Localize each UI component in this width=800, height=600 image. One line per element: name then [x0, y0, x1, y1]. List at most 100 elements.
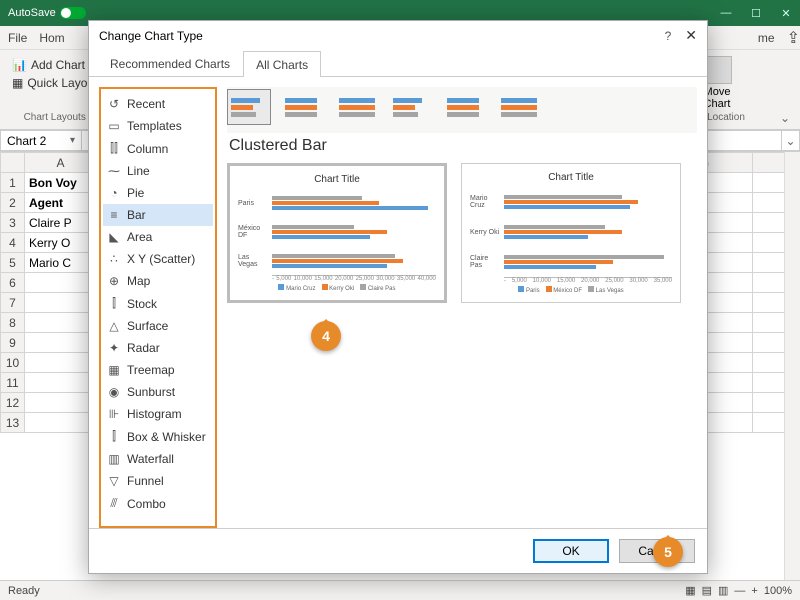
cell[interactable]: Kerry O — [25, 233, 97, 253]
category-line[interactable]: ⁓ Line — [103, 160, 213, 182]
tab-recommended-charts[interactable]: Recommended Charts — [97, 50, 243, 76]
cell[interactable]: Claire P — [25, 213, 97, 233]
category-waterfall[interactable]: ▥ Waterfall — [103, 448, 213, 470]
row-header[interactable]: 6 — [1, 273, 25, 293]
category-label: Surface — [127, 319, 168, 333]
name-box[interactable]: Chart 2▾ — [0, 130, 82, 151]
row-header[interactable]: 4 — [1, 233, 25, 253]
category-icon: ⫿ — [107, 296, 121, 311]
row-header[interactable]: 11 — [1, 373, 25, 393]
row-header[interactable]: 3 — [1, 213, 25, 233]
row-header[interactable]: 1 — [1, 173, 25, 193]
category-templates[interactable]: ▭Templates — [103, 115, 213, 137]
subtype-clustered-bar[interactable] — [227, 89, 271, 125]
subtype-3d-stacked-bar[interactable] — [443, 89, 487, 125]
subtype-3d-100-stacked-bar[interactable] — [497, 89, 541, 125]
category-label: Combo — [127, 497, 166, 511]
view-layout-icon[interactable]: ▤ — [702, 584, 712, 597]
row-header[interactable]: 5 — [1, 253, 25, 273]
row-header[interactable]: 9 — [1, 333, 25, 353]
category-icon: ◔ — [107, 186, 121, 200]
window-close[interactable]: ✕ — [780, 7, 792, 20]
subtype-label: Clustered Bar — [227, 133, 697, 163]
ribbon-tab-home[interactable]: Hom — [39, 31, 64, 45]
category-map[interactable]: ⊕ Map — [103, 270, 213, 292]
row-header[interactable]: 8 — [1, 313, 25, 333]
quick-layout-button[interactable]: ▦ Quick Layout — [12, 74, 97, 92]
category-label: Templates — [127, 119, 182, 133]
category-stock[interactable]: ⫿ Stock — [103, 292, 213, 315]
category-icon: ◣ — [107, 230, 121, 244]
category-recent[interactable]: ↺Recent — [103, 93, 213, 115]
row-header[interactable]: 10 — [1, 353, 25, 373]
formula-expand[interactable]: ⌄ — [782, 130, 800, 151]
row-header[interactable]: 2 — [1, 193, 25, 213]
category-label: Bar — [127, 208, 146, 222]
category-x-y-scatter-[interactable]: ∴X Y (Scatter) — [103, 248, 213, 270]
category-label: Recent — [127, 97, 165, 111]
status-bar: Ready ▦ ▤ ▥ — + 100% — [0, 580, 800, 600]
chart-preview-1[interactable]: Chart TitleParisMéxico DFLas Vegas-5,000… — [227, 163, 447, 303]
chart-category-list: ↺Recent▭Templates⫿⫿Column ⁓ Line ◔ Pie ≡Bar◣A… — [99, 87, 217, 528]
col-header-a[interactable]: A — [25, 153, 97, 173]
dialog-help-button[interactable]: ? — [665, 29, 672, 43]
row-header[interactable]: 12 — [1, 393, 25, 413]
chevron-down-icon[interactable]: ▾ — [70, 135, 75, 146]
change-chart-type-dialog: Change Chart Type ? ✕ Recommended Charts… — [88, 20, 708, 574]
subtype-3d-clustered-bar[interactable] — [389, 89, 433, 125]
category-icon: ▥ — [107, 452, 121, 466]
category-icon: ⁓ — [107, 164, 121, 178]
zoom-level[interactable]: 100% — [764, 585, 792, 597]
category-sunburst[interactable]: ◉ Sunburst — [103, 381, 213, 403]
category-icon: ▽ — [107, 474, 121, 488]
category-label: Stock — [127, 297, 157, 311]
chart-preview-2[interactable]: Chart TitleMario CruzKerry OkiClaire Pas… — [461, 163, 681, 303]
row-header[interactable]: 7 — [1, 293, 25, 313]
category-label: Line — [127, 164, 150, 178]
dialog-title: Change Chart Type — [99, 29, 665, 43]
zoom-plus[interactable]: + — [751, 585, 757, 597]
category-label: Sunburst — [127, 385, 175, 399]
category-label: Funnel — [127, 474, 164, 488]
category-icon: ⊕ — [107, 274, 121, 288]
category-surface[interactable]: △ Surface — [103, 315, 213, 337]
category-label: Waterfall — [127, 452, 174, 466]
category-bar[interactable]: ≡Bar — [103, 204, 213, 226]
vertical-scrollbar[interactable] — [784, 152, 800, 580]
callout-5: 5 — [653, 537, 683, 567]
category-pie[interactable]: ◔ Pie — [103, 182, 213, 204]
ok-button[interactable]: OK — [533, 539, 609, 563]
share-icon[interactable]: ⇪ — [787, 28, 800, 48]
category-funnel[interactable]: ▽ Funnel — [103, 470, 213, 492]
subtype-stacked-bar[interactable] — [281, 89, 325, 125]
category-label: Treemap — [127, 363, 175, 377]
row-header[interactable]: 13 — [1, 413, 25, 433]
category-column[interactable]: ⫿⫿Column — [103, 137, 213, 160]
category-area[interactable]: ◣Area — [103, 226, 213, 248]
category-box-whisker[interactable]: ⫿Box & Whisker — [103, 425, 213, 448]
category-combo[interactable]: ⫻Combo — [103, 492, 213, 515]
view-pagebreak-icon[interactable]: ▥ — [718, 584, 728, 597]
cell[interactable]: Agent — [25, 193, 97, 213]
ribbon-tab-file[interactable]: File — [8, 31, 27, 45]
category-icon: △ — [107, 319, 121, 333]
tab-all-charts[interactable]: All Charts — [243, 51, 321, 77]
autosave-label: AutoSave — [8, 7, 56, 19]
category-label: Map — [127, 274, 150, 288]
category-label: Radar — [127, 341, 160, 355]
subtype-100-stacked-bar[interactable] — [335, 89, 379, 125]
cell[interactable]: Mario C — [25, 253, 97, 273]
autosave-toggle[interactable] — [60, 7, 86, 19]
cell[interactable]: Bon Voy — [25, 173, 97, 193]
view-normal-icon[interactable]: ▦ — [685, 584, 695, 597]
window-maximize[interactable]: ☐ — [750, 7, 762, 20]
dialog-close-button[interactable]: ✕ — [685, 27, 697, 44]
category-treemap[interactable]: ▦Treemap — [103, 359, 213, 381]
category-label: Pie — [127, 186, 144, 200]
category-radar[interactable]: ✦Radar — [103, 337, 213, 359]
window-minimize[interactable]: — — [720, 7, 732, 20]
ribbon-tab-me[interactable]: me — [758, 31, 775, 45]
add-chart-element-button[interactable]: 📊 Add Chart — [12, 56, 97, 74]
category-icon: ◉ — [107, 385, 121, 399]
category-histogram[interactable]: ⊪Histogram — [103, 403, 213, 425]
